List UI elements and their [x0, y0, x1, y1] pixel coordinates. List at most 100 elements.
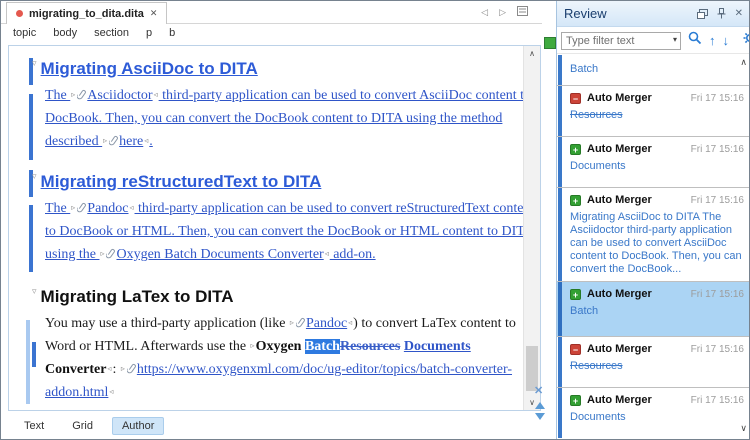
- previous-review-icon[interactable]: ↑: [709, 33, 716, 48]
- text-segment: .: [149, 134, 153, 149]
- mode-tab-author[interactable]: Author: [112, 417, 164, 435]
- doc-text-line[interactable]: The ▹Pandoc◃ third-party application can…: [45, 201, 519, 224]
- review-panel: Review ✕ ▾ ↑ ↓ Batch−Auto MergerFri 17 1…: [556, 1, 750, 439]
- text-segment: to DocBook or HTML. Then, you can conver…: [45, 224, 523, 239]
- breadcrumb-p[interactable]: p: [146, 27, 152, 39]
- entry-content[interactable]: Batch: [570, 63, 744, 76]
- author-editor: ▿Migrating AsciiDoc to DITAThe ▹Asciidoc…: [8, 45, 541, 411]
- collapse-section-icon[interactable]: ▿: [32, 286, 37, 296]
- text-segment: You may use a third-party application (l…: [45, 316, 289, 331]
- text-segment: Asciidoctor: [87, 88, 152, 103]
- text-segment: Resources: [340, 339, 400, 354]
- link-icon: [76, 89, 87, 105]
- entry-author: Auto Merger: [587, 194, 685, 206]
- review-entry[interactable]: +Auto MergerFri 17 15:16Documents: [557, 388, 750, 438]
- doc-text-line[interactable]: addon.html◃: [45, 385, 519, 408]
- doc-text-line[interactable]: to DocBook or HTML. Then, you can conver…: [45, 224, 519, 247]
- entry-change-bar: [558, 86, 562, 136]
- pin-panel-icon[interactable]: [717, 8, 726, 19]
- breadcrumb-topic[interactable]: topic: [13, 27, 36, 39]
- entry-content[interactable]: Documents: [570, 160, 744, 173]
- review-list[interactable]: Batch−Auto MergerFri 17 15:16Resources+A…: [557, 55, 750, 438]
- entry-header: −Auto MergerFri 17 15:16: [570, 92, 744, 104]
- overview-change-marker[interactable]: [544, 37, 556, 49]
- document-content[interactable]: ▿Migrating AsciiDoc to DITAThe ▹Asciidoc…: [9, 46, 523, 410]
- breadcrumb-b[interactable]: b: [169, 27, 175, 39]
- collapse-section-icon[interactable]: ▿: [32, 58, 37, 68]
- section-heading-row: ▿Migrating AsciiDoc to DITA: [45, 58, 519, 88]
- insertion-icon: +: [570, 195, 581, 206]
- mode-tab-grid[interactable]: Grid: [63, 418, 102, 434]
- list-scroll-up-icon[interactable]: ∧: [740, 57, 747, 68]
- tab-close-icon[interactable]: ✕: [150, 8, 158, 19]
- text-segment: The: [45, 201, 70, 216]
- link-icon: [76, 202, 87, 218]
- link-icon: [105, 248, 116, 264]
- review-entry[interactable]: +Auto MergerFri 17 15:16Batch: [557, 282, 750, 337]
- entry-change-bar: [558, 55, 562, 85]
- section-heading-row: ▿Migrating LaTex to DITA: [45, 286, 519, 316]
- document-tab[interactable]: migrating_to_dita.dita ✕: [6, 2, 167, 24]
- breadcrumb-body[interactable]: body: [53, 27, 77, 39]
- text-segment: Converter: [45, 362, 106, 377]
- search-icon[interactable]: [688, 31, 702, 50]
- text-segment[interactable]: addon.html: [45, 385, 108, 400]
- previous-change-icon[interactable]: [535, 402, 545, 409]
- doc-text-line[interactable]: DocBook. Then, you can convert the DocBo…: [45, 111, 519, 134]
- insertion-icon: +: [570, 395, 581, 406]
- doc-section: ▿Migrating AsciiDoc to DITAThe ▹Asciidoc…: [45, 58, 519, 157]
- review-entry[interactable]: +Auto MergerFri 17 15:16Migrating AsciiD…: [557, 188, 750, 282]
- collapse-section-icon[interactable]: ▿: [32, 171, 37, 181]
- review-entry[interactable]: −Auto Merger Fri 17 15:16 Resources: [557, 337, 750, 388]
- list-scroll-down-icon[interactable]: ∨: [740, 423, 747, 434]
- entry-change-bar: [558, 137, 562, 187]
- entry-content[interactable]: Documents: [570, 411, 744, 424]
- float-panel-icon[interactable]: [697, 9, 708, 19]
- next-tab-icon[interactable]: ▷: [499, 7, 506, 18]
- text-segment[interactable]: Pandoc: [306, 316, 347, 331]
- prev-tab-icon[interactable]: ◁: [481, 7, 488, 18]
- text-segment[interactable]: https://www.oxygenxml.com/doc/ug-editor/…: [137, 362, 512, 377]
- doc-text-line[interactable]: Word or HTML. Afterwards use the ▹Oxygen…: [45, 339, 519, 362]
- review-entry[interactable]: −Auto MergerFri 17 15:16 Resources: [557, 86, 750, 137]
- text-segment: :: [112, 362, 119, 377]
- entry-content[interactable]: Batch: [570, 305, 744, 318]
- doc-text-line[interactable]: You may use a third-party application (l…: [45, 316, 519, 339]
- filter-dropdown-icon[interactable]: ▾: [673, 35, 677, 44]
- text-segment: Oxygen Batch Documents Converter: [116, 247, 323, 262]
- modified-dot-icon: [16, 10, 23, 17]
- doc-text-line[interactable]: The ▹Asciidoctor◃ third-party applicatio…: [45, 88, 519, 111]
- entry-content[interactable]: Resources: [570, 360, 744, 373]
- editor-tab-bar: migrating_to_dita.dita ✕ ◁ ▷: [1, 1, 542, 24]
- text-segment: Documents: [404, 339, 471, 354]
- review-entry[interactable]: Batch: [557, 55, 750, 86]
- deletion-icon: −: [570, 344, 581, 355]
- close-panel-icon[interactable]: ✕: [735, 8, 743, 19]
- change-nav-close-icon[interactable]: ✕: [534, 384, 543, 397]
- next-review-icon[interactable]: ↓: [723, 33, 730, 48]
- entry-change-bar: [558, 337, 562, 387]
- entry-content[interactable]: Resources: [570, 109, 744, 122]
- next-change-icon[interactable]: [535, 413, 545, 420]
- mode-tab-text[interactable]: Text: [15, 418, 53, 434]
- breadcrumb-section[interactable]: section: [94, 27, 129, 39]
- editor-scrollbar[interactable]: ∧ ∨: [523, 46, 540, 410]
- entry-header: +Auto MergerFri 17 15:16: [570, 143, 744, 155]
- text-segment: Pandoc: [87, 201, 128, 216]
- doc-text-line[interactable]: using the ▹Oxygen Batch Documents Conver…: [45, 247, 519, 270]
- settings-gear-icon[interactable]: [743, 31, 750, 50]
- text-segment: DocBook. Then, you can convert the DocBo…: [45, 111, 502, 126]
- entry-timestamp: Fri 17 15:16: [691, 344, 744, 355]
- doc-text-line[interactable]: described ▹here◃.: [45, 134, 519, 157]
- tab-list-icon[interactable]: [517, 6, 528, 18]
- entry-content: Migrating AsciiDoc to DITA The Asciidoct…: [570, 211, 744, 276]
- filter-input[interactable]: [561, 32, 681, 50]
- entry-header: +Auto MergerFri 17 15:16: [570, 194, 744, 206]
- review-entry[interactable]: +Auto MergerFri 17 15:16 Documents: [557, 137, 750, 188]
- doc-text-line[interactable]: Converter◃: ▹https://www.oxygenxml.com/d…: [45, 362, 519, 385]
- scroll-up-icon[interactable]: ∧: [524, 49, 540, 58]
- text-segment: described: [45, 134, 102, 149]
- doc-section: ▿Migrating LaTex to DITAYou may use a th…: [45, 286, 519, 408]
- entry-author: Auto Merger: [587, 343, 685, 355]
- editor-mode-tabs: Text Grid Author: [1, 415, 542, 437]
